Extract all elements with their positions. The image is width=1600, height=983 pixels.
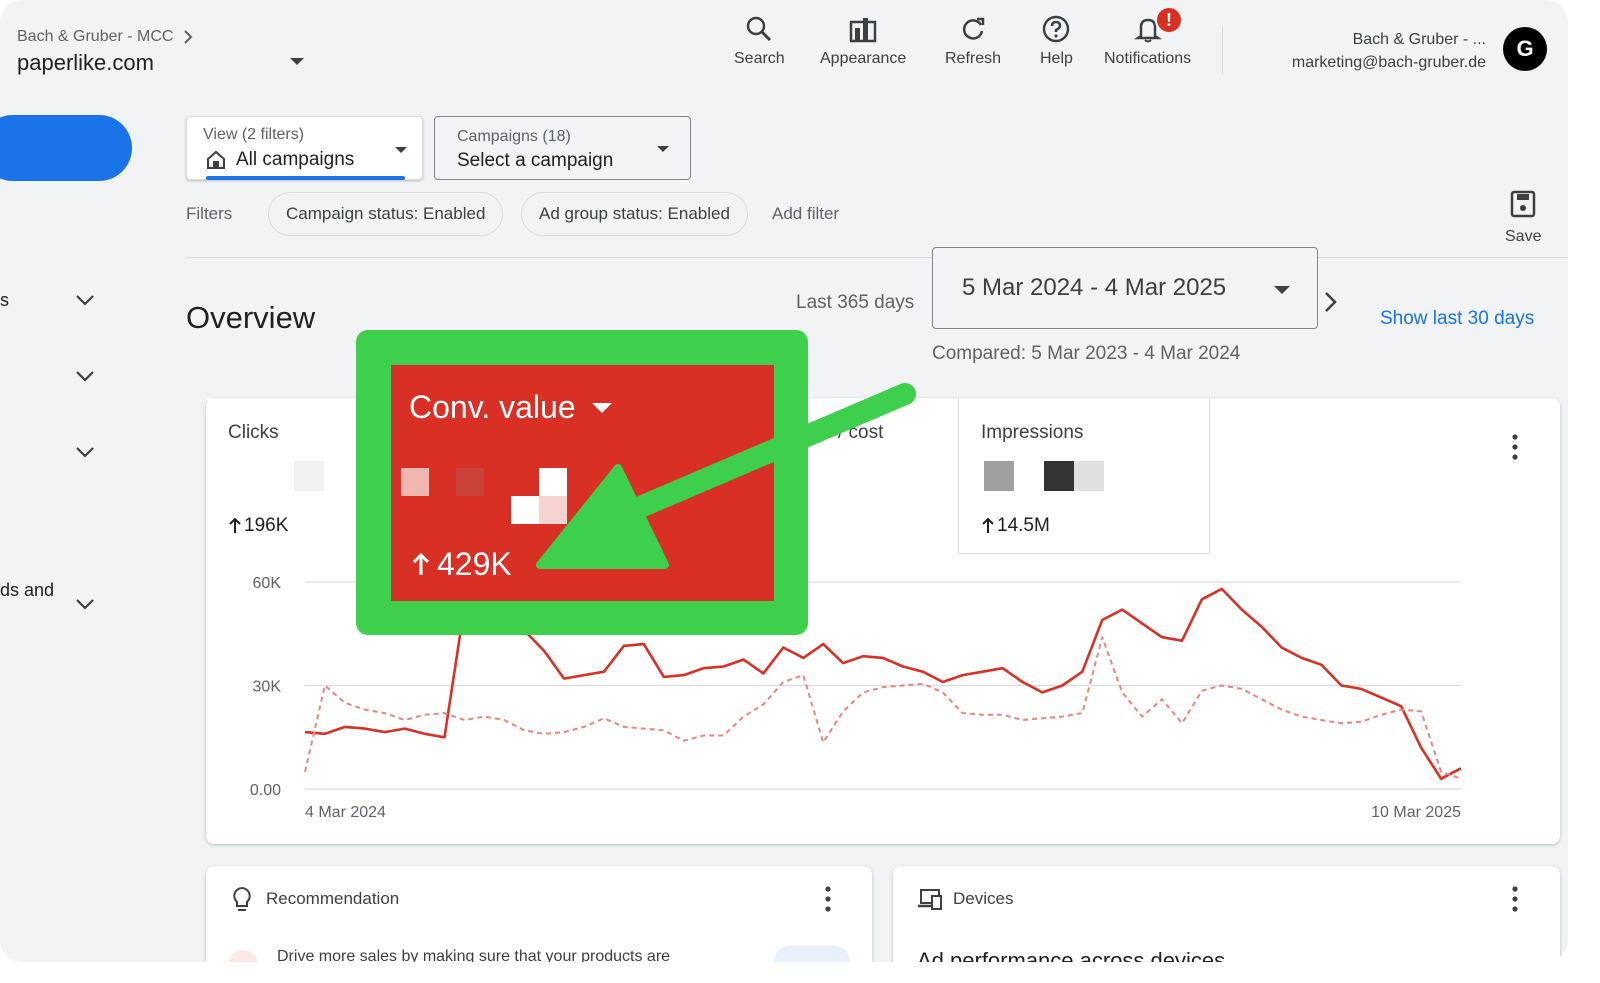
devices-text: Ad performance across devices <box>917 948 1226 962</box>
chevron-right-icon[interactable] <box>1323 290 1339 314</box>
date-range-value: 5 Mar 2024 - 4 Mar 2025 <box>962 274 1227 301</box>
dropdown-icon <box>1274 286 1290 294</box>
devices-title: Devices <box>953 889 1014 908</box>
refresh-icon <box>962 17 985 40</box>
show-last-30-days-link[interactable]: Show last 30 days <box>1380 308 1534 330</box>
range-label: Last 365 days <box>796 292 915 313</box>
recommendation-card: Recommendation Drive more sales by makin… <box>206 866 872 962</box>
compared-range: Compared: 5 Mar 2023 - 4 Mar 2024 <box>932 343 1241 364</box>
save-icon <box>1510 190 1536 218</box>
redacted-value <box>294 461 324 491</box>
sidebar-item-label: s <box>0 290 9 310</box>
user-email: marketing@bach-gruber.de <box>1291 54 1486 71</box>
account-name[interactable]: paperlike.com <box>17 50 154 76</box>
campaign-selector[interactable]: Campaigns (18) Select a campaign <box>434 116 691 180</box>
appearance-label: Appearance <box>820 50 907 67</box>
more-vert-icon[interactable] <box>1509 885 1521 913</box>
sidebar-item-label: ds and <box>0 580 55 600</box>
alert-icon <box>228 950 258 962</box>
avatar[interactable]: G <box>1503 27 1547 71</box>
help-icon <box>1043 15 1070 43</box>
y-tick-label: 60K <box>253 575 282 592</box>
save-button[interactable]: Save <box>1505 190 1541 246</box>
more-vert-icon[interactable] <box>822 885 834 913</box>
chevron-right-icon <box>184 30 193 44</box>
account-dropdown-icon[interactable] <box>290 58 304 65</box>
redacted-value <box>1074 461 1104 491</box>
breadcrumb[interactable]: Bach & Gruber - MCC <box>17 28 193 46</box>
more-vert-icon[interactable] <box>1509 433 1521 461</box>
add-filter-button[interactable]: Add filter <box>772 204 839 224</box>
redacted-value <box>401 468 429 496</box>
filters-label: Filters <box>186 204 233 223</box>
view-selector-label: View (2 filters) <box>203 126 305 143</box>
chevron-down-icon[interactable] <box>75 598 95 610</box>
arrow-up-icon <box>982 518 994 533</box>
create-button[interactable] <box>0 115 132 181</box>
help-button[interactable]: Help <box>1040 14 1073 68</box>
chevron-down-icon[interactable] <box>75 446 95 458</box>
redacted-value <box>984 461 1014 491</box>
filter-chip[interactable]: Campaign status: Enabled <box>268 192 504 236</box>
save-label: Save <box>1505 228 1542 245</box>
redacted-value <box>456 468 484 496</box>
recommendation-text: Drive more sales by making sure that you… <box>277 948 671 962</box>
appearance-button[interactable]: Appearance <box>820 14 906 68</box>
lightbulb-icon <box>233 886 251 911</box>
view-selector[interactable]: View (2 filters) All campaigns <box>186 116 423 180</box>
help-label: Help <box>1040 50 1073 67</box>
metric-value: 14.5M <box>981 515 1050 537</box>
y-tick-label: 0.00 <box>250 782 281 799</box>
apply-button[interactable] <box>774 946 850 962</box>
metric-title: Clicks <box>228 422 279 443</box>
user-name: Bach & Gruber - ... <box>1352 31 1486 48</box>
metric-value: 196K <box>228 515 288 537</box>
arrow-up-icon <box>412 552 430 575</box>
conv-value-value: 429K <box>411 546 512 583</box>
dropdown-icon <box>657 146 669 152</box>
arrow-annotation-icon <box>536 383 916 569</box>
chevron-down-icon[interactable] <box>75 294 95 306</box>
app-frame: Bach & Gruber - MCC paperlike.com Search… <box>0 0 1568 962</box>
active-indicator <box>206 176 405 180</box>
x-tick-label: 4 Mar 2024 <box>305 804 386 821</box>
recommendation-title: Recommendation <box>266 889 400 908</box>
search-label: Search <box>734 50 785 67</box>
search-button[interactable]: Search <box>734 14 785 68</box>
appearance-icon <box>849 18 877 43</box>
metric-title: Impressions <box>981 422 1084 443</box>
user-info[interactable]: Bach & Gruber - ... marketing@bach-grube… <box>1292 28 1486 74</box>
arrow-up-icon <box>229 518 241 533</box>
campaign-selector-label: Campaigns (18) <box>457 128 571 145</box>
devices-card: Devices Ad performance across devices <box>893 866 1560 962</box>
chevron-down-icon[interactable] <box>75 370 95 382</box>
redacted-value <box>1044 461 1074 491</box>
devices-icon <box>918 889 942 910</box>
search-icon <box>747 16 772 42</box>
notification-badge: ! <box>1155 6 1183 34</box>
breadcrumb-label: Bach & Gruber - MCC <box>17 28 174 45</box>
refresh-button[interactable]: Refresh <box>945 14 1001 68</box>
filter-chip[interactable]: Ad group status: Enabled <box>521 192 748 236</box>
dropdown-icon <box>395 147 407 153</box>
notifications-label: Notifications <box>1104 50 1192 67</box>
x-tick-label: 10 Mar 2025 <box>1371 804 1461 821</box>
home-icon <box>207 150 225 169</box>
header-divider <box>1222 26 1223 74</box>
date-range-picker[interactable]: 5 Mar 2024 - 4 Mar 2025 <box>932 247 1318 329</box>
page-title: Overview <box>186 300 316 335</box>
y-tick-label: 30K <box>253 679 282 696</box>
refresh-label: Refresh <box>945 50 1002 67</box>
divider <box>186 257 1568 258</box>
view-selector-value: All campaigns <box>236 149 355 170</box>
campaign-selector-value: Select a campaign <box>457 150 614 171</box>
